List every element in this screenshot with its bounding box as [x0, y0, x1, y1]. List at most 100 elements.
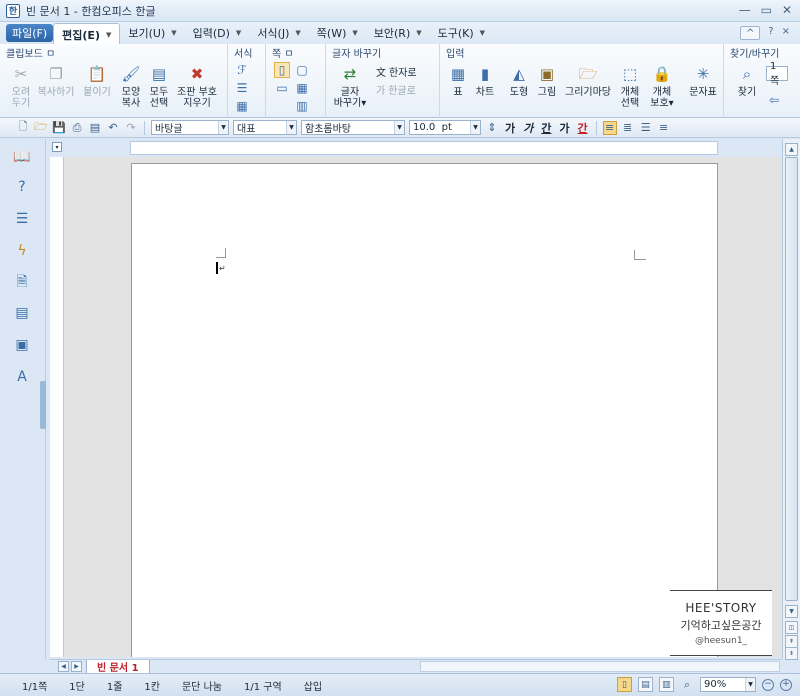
vertical-ruler[interactable]	[50, 157, 64, 657]
file-menu[interactable]: 파일(F)	[6, 24, 54, 42]
page-select-button[interactable]: ◫	[785, 621, 798, 634]
lang-combo[interactable]: 대표 ▼	[233, 120, 297, 135]
char-shape-icon[interactable]: ℱ	[234, 62, 250, 78]
font-combo[interactable]: 함초롬바탕 ▼	[301, 120, 405, 135]
paste-button[interactable]: 📋 붙이기	[82, 64, 112, 98]
tab-next-button[interactable]: ▶	[71, 661, 82, 672]
select-all-button[interactable]: ▤ 모두 선택	[146, 64, 172, 109]
align-center-icon[interactable]: ☰	[639, 121, 653, 135]
view-normal-button[interactable]: ▯	[617, 677, 632, 692]
close-doc-button[interactable]: ×	[782, 26, 790, 40]
underline-button[interactable]: 간	[539, 120, 553, 136]
scroll-thumb[interactable]	[785, 157, 798, 601]
arrow-left-icon[interactable]: ⇦	[766, 92, 782, 108]
view-web-button[interactable]: ▤	[638, 677, 653, 692]
horizontal-ruler[interactable]	[50, 139, 782, 157]
document-page[interactable]: ↵	[131, 163, 718, 657]
new-doc-icon[interactable]: 🗋	[16, 120, 30, 135]
align-right-icon[interactable]: ≡	[657, 121, 671, 135]
page-grid-icon[interactable]: ▦	[294, 80, 310, 96]
menu-security[interactable]: 보안(R) ▼	[366, 23, 430, 43]
menu-insert[interactable]: 입력(D) ▼	[185, 23, 250, 43]
print-icon[interactable]: ⎙	[70, 121, 84, 135]
to-hangul-button[interactable]: 가 한글로	[376, 82, 416, 97]
minimize-button[interactable]: —	[739, 3, 751, 17]
form-icon[interactable]: ▤	[12, 303, 32, 323]
table-button[interactable]: ▦ 표	[446, 64, 470, 98]
lightning-icon[interactable]: ϟ	[12, 241, 32, 261]
maximize-button[interactable]: ▭	[761, 3, 772, 17]
page-orient-icon[interactable]: ▭	[274, 80, 290, 96]
size-stepper-icon[interactable]: ⇕	[485, 121, 499, 135]
next-page-button[interactable]: ⇟	[785, 647, 798, 660]
text-color-button[interactable]: 간	[576, 120, 590, 136]
ribbon-collapse-button[interactable]: ^	[740, 26, 761, 40]
scroll-down-button[interactable]: ▼	[785, 605, 798, 618]
zoom-combo[interactable]: 90% ▼	[700, 677, 756, 692]
chevron-down-icon[interactable]: ▼	[286, 121, 296, 134]
italic-button[interactable]: 가	[521, 120, 535, 136]
hwp-app-icon[interactable]: 한	[6, 3, 20, 18]
chevron-down-icon[interactable]: ▼	[106, 31, 111, 39]
page-columns-icon[interactable]: ▥	[294, 98, 310, 114]
cut-button[interactable]: ✂ 오려 두기	[8, 64, 34, 109]
symbols-button[interactable]: ✳ 문자표	[688, 64, 718, 98]
list-icon[interactable]: ☰	[12, 209, 32, 229]
menu-format[interactable]: 서식(J) ▼	[249, 23, 308, 43]
view-outline-button[interactable]: ▥	[659, 677, 674, 692]
find-page-combo[interactable]: 1쪽	[766, 61, 788, 87]
chevron-down-icon[interactable]: ▼	[218, 121, 228, 134]
redo-icon[interactable]: ↷	[124, 121, 138, 135]
text-art-icon[interactable]: A	[12, 367, 32, 387]
close-window-button[interactable]: ✕	[782, 3, 792, 17]
to-hanja-button[interactable]: 文 한자로	[376, 64, 417, 79]
save-icon[interactable]: 💾	[52, 121, 66, 135]
menu-tools[interactable]: 도구(K) ▼	[430, 23, 493, 43]
preview-icon[interactable]: ▤	[88, 121, 102, 135]
image-gallery-icon[interactable]: ▣	[12, 335, 32, 355]
bold-button[interactable]: 가	[503, 120, 517, 136]
copy-button[interactable]: ❐ 복사하기	[36, 64, 76, 98]
help-button[interactable]: ?	[768, 26, 773, 40]
zoom-out-icon[interactable]: −	[762, 678, 774, 691]
remove-markup-button[interactable]: ✖ 조판 부호 지우기	[172, 64, 222, 109]
format-copy-button[interactable]: 🖌 모양 복사	[118, 64, 144, 109]
book-icon[interactable]: 📖	[12, 147, 32, 167]
object-select-button[interactable]: ⬚ 개체 선택	[616, 64, 644, 109]
page-setup-icon[interactable]: ▯	[274, 62, 290, 78]
menu-page[interactable]: 쪽(W) ▼	[309, 23, 366, 43]
sidebar-collapse-handle[interactable]	[40, 381, 46, 429]
chart-button[interactable]: ▮ 차트	[472, 64, 498, 98]
undo-icon[interactable]: ↶	[106, 121, 120, 135]
document-icon[interactable]: 🗎	[12, 273, 32, 293]
object-protect-button[interactable]: 🔒 개체 보호▾	[646, 64, 678, 109]
picture-button[interactable]: ▣ 그림	[534, 64, 560, 98]
page-border-icon[interactable]: ▢	[294, 62, 310, 78]
strike-button[interactable]: 가	[557, 120, 571, 136]
document-canvas[interactable]: ↵	[64, 157, 782, 657]
align-left-icon[interactable]: ≣	[621, 121, 635, 135]
scroll-up-button[interactable]: ▲	[785, 143, 798, 156]
chevron-down-icon[interactable]: ▼	[394, 121, 404, 134]
shape-button[interactable]: ◭ 도형	[506, 64, 532, 98]
zoom-in-icon[interactable]: +	[780, 678, 792, 691]
zoom-icon[interactable]: ⌕	[680, 678, 694, 692]
find-button[interactable]: ⌕ 찾기	[734, 64, 760, 98]
chevron-down-icon[interactable]: ▼	[745, 678, 755, 691]
chevron-down-icon[interactable]: ▼	[470, 121, 480, 134]
menu-edit[interactable]: 편집(E) ▼	[53, 23, 121, 45]
ruler-corner-button[interactable]: ▾	[52, 142, 62, 152]
style-icon[interactable]: ▦	[234, 98, 250, 114]
horizontal-scrollbar[interactable]	[420, 661, 780, 672]
tab-document-1[interactable]: 빈 문서 1	[86, 660, 150, 674]
open-folder-icon[interactable]: 🗁	[34, 120, 48, 135]
help-circle-icon[interactable]: ?	[12, 177, 32, 197]
style-combo[interactable]: 바탕글 ▼	[151, 120, 229, 135]
menu-view[interactable]: 보기(U) ▼	[120, 23, 184, 43]
status-insert-mode[interactable]: 삽입	[304, 678, 322, 693]
drawing-wizard-button[interactable]: 🗁 그리기마당	[562, 64, 614, 98]
font-size-combo[interactable]: 10.0 pt ▼	[409, 120, 481, 135]
convert-text-button[interactable]: ⇄ 글자 바꾸기▾	[332, 64, 368, 109]
align-justify-icon[interactable]: ≡	[602, 120, 617, 135]
para-shape-icon[interactable]: ☰	[234, 80, 250, 96]
